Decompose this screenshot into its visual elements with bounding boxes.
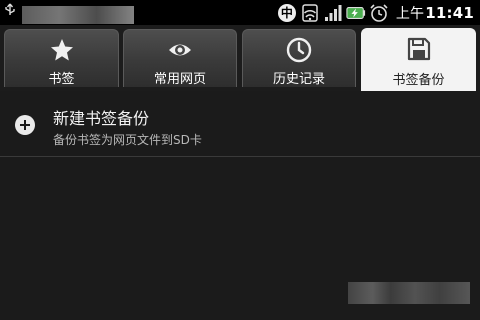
signal-bars-icon [323,3,343,23]
blurred-notification [22,6,134,24]
tab-history[interactable]: 历史记录 [242,29,356,87]
clock-ampm: 上午 [395,5,425,22]
tab-bar: 书签 常用网页 历史记录 书签备份 [0,25,480,116]
tab-bookmarks[interactable]: 书签 [4,29,119,87]
blurred-watermark [348,282,470,304]
tab-label: 书签备份 [392,73,445,88]
status-icons: 中 上午11:41 [277,2,474,23]
tab-frequent-pages[interactable]: 常用网页 [123,29,237,87]
usb-icon [5,3,15,15]
tab-bookmark-backup[interactable]: 书签备份 [361,28,476,91]
tab-label: 书签 [48,72,75,87]
alarm-icon [369,3,389,23]
star-icon [50,39,73,61]
tab-label: 常用网页 [153,72,206,87]
item-title: 新建书签备份 [53,109,150,128]
list-item-new-backup[interactable]: 新建书签备份 备份书签为网页文件到SD卡 [0,91,480,157]
status-bar: 中 上午11:41 [0,0,480,25]
eye-icon [169,44,191,56]
plus-circle-icon [15,115,35,135]
zhong-icon: 中 [277,3,297,23]
signal-icon [300,3,320,23]
tab-label: 历史记录 [272,72,325,87]
clock: 上午11:41 [396,3,474,23]
item-subtitle: 备份书签为网页文件到SD卡 [53,133,202,147]
clock-time: 11:41 [425,3,474,22]
save-disk-icon [407,37,430,61]
clock-icon [286,37,312,63]
battery-charging-icon [346,3,366,23]
